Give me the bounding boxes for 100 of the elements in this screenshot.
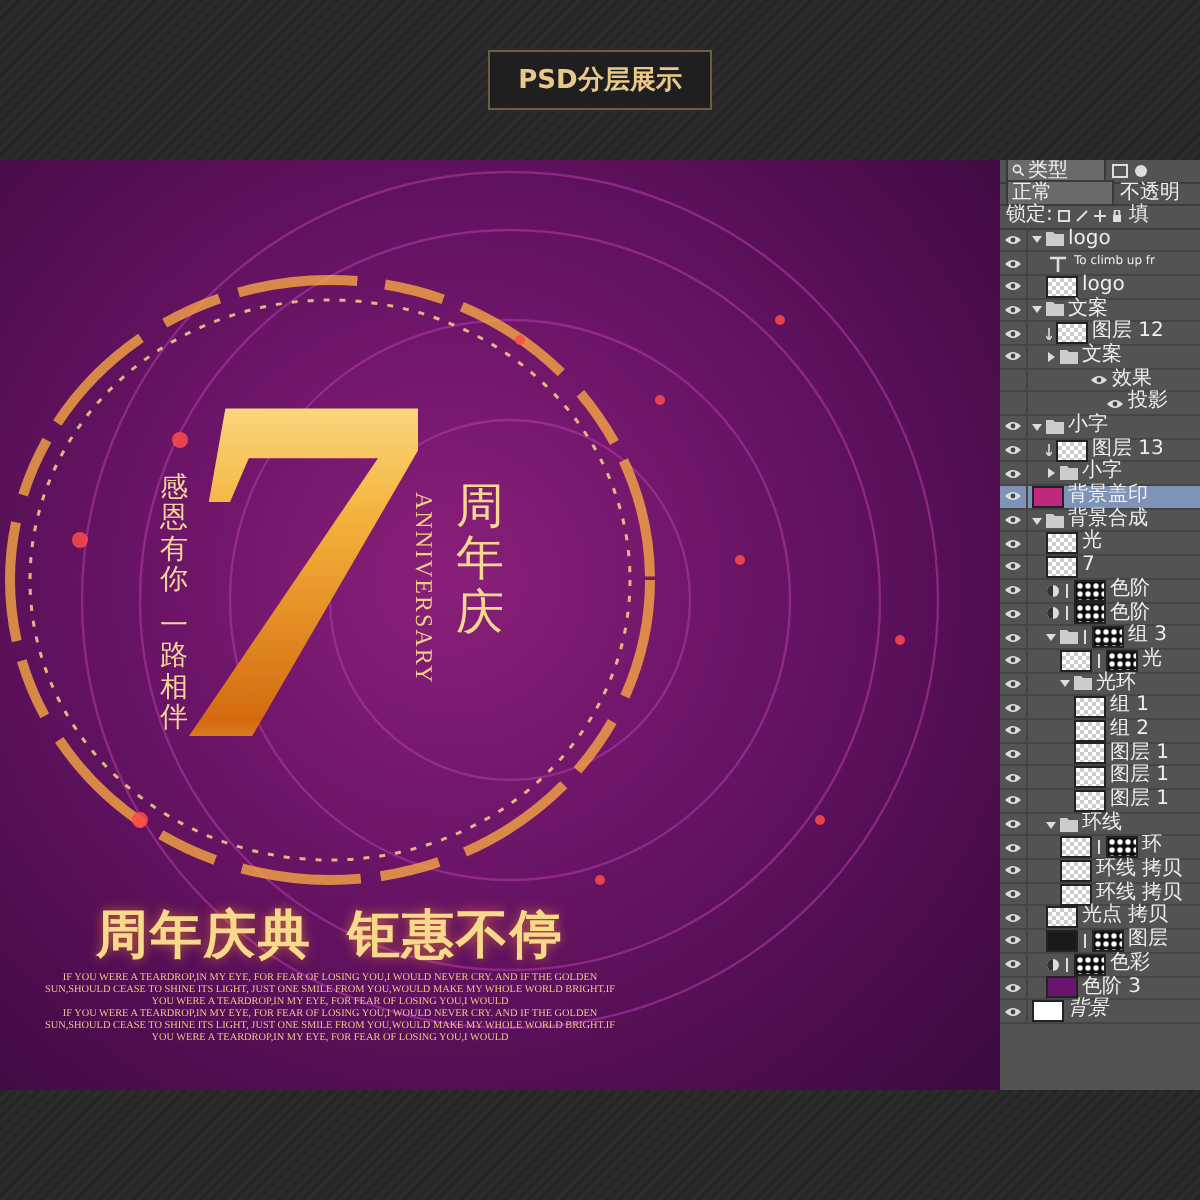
eye-icon[interactable]: [1004, 934, 1022, 947]
eye-icon[interactable]: [1004, 654, 1022, 667]
eye-icon[interactable]: [1004, 1005, 1022, 1018]
layer-row[interactable]: logo: [1000, 229, 1200, 253]
caret-icon[interactable]: [1046, 468, 1056, 479]
layer-name: 环线 拷贝: [1096, 860, 1183, 881]
eye-icon[interactable]: [1004, 841, 1022, 854]
effect-row[interactable]: 投影: [1000, 392, 1200, 416]
layer-row[interactable]: 光: [1000, 649, 1200, 674]
layer-name: 7: [1082, 556, 1095, 578]
layer-row[interactable]: 文案: [1000, 345, 1200, 370]
eye-icon[interactable]: [1004, 864, 1022, 877]
eye-icon[interactable]: [1004, 911, 1022, 924]
layer-row[interactable]: 图层 1: [1000, 766, 1200, 790]
eye-icon[interactable]: [1004, 747, 1022, 760]
caret-icon[interactable]: [1046, 351, 1056, 362]
eye-icon[interactable]: [1004, 327, 1022, 340]
eye-icon[interactable]: [1004, 537, 1022, 550]
layer-row[interactable]: 色阶: [1000, 579, 1200, 603]
layer-thumbnail: [1046, 906, 1078, 929]
eye-icon[interactable]: [1004, 490, 1022, 503]
layer-row[interactable]: 7: [1000, 556, 1200, 580]
layer-name: 文案: [1068, 299, 1108, 320]
eye-icon[interactable]: [1004, 584, 1022, 597]
eye-icon[interactable]: [1004, 631, 1022, 644]
layer-name: 环线: [1082, 813, 1122, 835]
caret-icon[interactable]: [1032, 234, 1042, 245]
caret-icon[interactable]: [1032, 515, 1042, 526]
eye-icon[interactable]: [1004, 560, 1022, 573]
eye-icon[interactable]: [1004, 467, 1022, 480]
layer-name: 图层 1: [1110, 790, 1170, 811]
eye-icon[interactable]: [1004, 958, 1022, 971]
caret-icon[interactable]: [1060, 678, 1070, 689]
caret-icon[interactable]: [1046, 819, 1056, 830]
eye-icon[interactable]: [1004, 677, 1022, 690]
lock-icon[interactable]: [1112, 210, 1123, 223]
headline-text: 钜惠不停: [348, 904, 564, 970]
eye-icon[interactable]: [1090, 373, 1108, 386]
eye-icon[interactable]: [1004, 701, 1022, 714]
layer-row[interactable]: 色阶: [1000, 603, 1200, 627]
eye-icon[interactable]: [1004, 420, 1022, 433]
caret-icon[interactable]: [1046, 632, 1056, 643]
layer-name: 色彩: [1110, 953, 1150, 975]
layer-row[interactable]: 环线: [1000, 813, 1200, 837]
layer-row[interactable]: 环线 拷贝: [1000, 860, 1200, 884]
image-filter-icon[interactable]: [1112, 163, 1128, 178]
layer-row[interactable]: 组 1: [1000, 696, 1200, 720]
eye-icon[interactable]: [1106, 397, 1124, 410]
layer-row[interactable]: 色彩: [1000, 953, 1200, 977]
eye-icon[interactable]: [1004, 818, 1022, 831]
layer-row[interactable]: 图层 12: [1000, 322, 1200, 346]
eye-icon[interactable]: [1004, 981, 1022, 994]
layer-name: 组 1: [1110, 696, 1150, 718]
eye-icon[interactable]: [1004, 303, 1022, 316]
eye-icon[interactable]: [1004, 257, 1022, 270]
eye-icon[interactable]: [1004, 280, 1022, 293]
layer-row[interactable]: 组 2: [1000, 719, 1200, 744]
layer-name: 光: [1142, 649, 1162, 672]
adjustment-icon: [1046, 957, 1060, 972]
layer-row[interactable]: logo: [1000, 275, 1200, 300]
layer-row[interactable]: 图层 1: [1000, 790, 1200, 814]
move-icon[interactable]: [1094, 210, 1107, 223]
eye-icon[interactable]: [1004, 888, 1022, 901]
layer-thumbnail: [1060, 883, 1092, 906]
opacity-label: 不透明: [1120, 181, 1180, 204]
layer-row[interactable]: 图层 1: [1000, 743, 1200, 767]
adjustment-icon: [1046, 606, 1060, 621]
layer-name: 文案: [1082, 345, 1122, 368]
layer-row[interactable]: 背景: [1000, 1000, 1200, 1024]
eye-icon[interactable]: [1004, 233, 1022, 246]
layer-name: logo: [1082, 275, 1125, 297]
eye-icon[interactable]: [1004, 350, 1022, 363]
adjustment-icon: [1046, 583, 1060, 598]
layer-row[interactable]: 文案: [1000, 299, 1200, 323]
eye-icon[interactable]: [1004, 607, 1022, 620]
layer-name: 色阶: [1110, 603, 1150, 624]
layer-row[interactable]: 组 3: [1000, 626, 1200, 650]
lock-pixels-icon[interactable]: [1058, 210, 1071, 223]
eye-icon[interactable]: [1004, 724, 1022, 737]
layer-name: 图层 13: [1092, 439, 1164, 460]
eye-icon[interactable]: [1004, 794, 1022, 807]
layer-thumbnail: [1074, 789, 1106, 812]
brush-icon[interactable]: [1076, 210, 1089, 223]
layer-row[interactable]: 光点 拷贝: [1000, 906, 1200, 931]
adjustment-filter-icon[interactable]: [1134, 163, 1148, 178]
eye-icon[interactable]: [1004, 514, 1022, 527]
layer-row[interactable]: 图层: [1000, 930, 1200, 954]
layer-row[interactable]: 光: [1000, 532, 1200, 557]
layer-thumbnail: [1074, 696, 1106, 719]
section-title: PSD分层展示: [488, 50, 712, 110]
layer-name: 环线 拷贝: [1096, 883, 1183, 904]
layer-row[interactable]: 光环: [1000, 673, 1200, 697]
layer-name: 组 2: [1110, 719, 1150, 742]
caret-icon[interactable]: [1032, 421, 1042, 432]
layer-name: 背景: [1068, 1000, 1108, 1022]
layer-thumbnail: [1046, 532, 1078, 555]
layer-row[interactable]: 小字: [1000, 416, 1200, 440]
eye-icon[interactable]: [1004, 771, 1022, 784]
caret-icon[interactable]: [1032, 304, 1042, 315]
eye-icon[interactable]: [1004, 444, 1022, 457]
